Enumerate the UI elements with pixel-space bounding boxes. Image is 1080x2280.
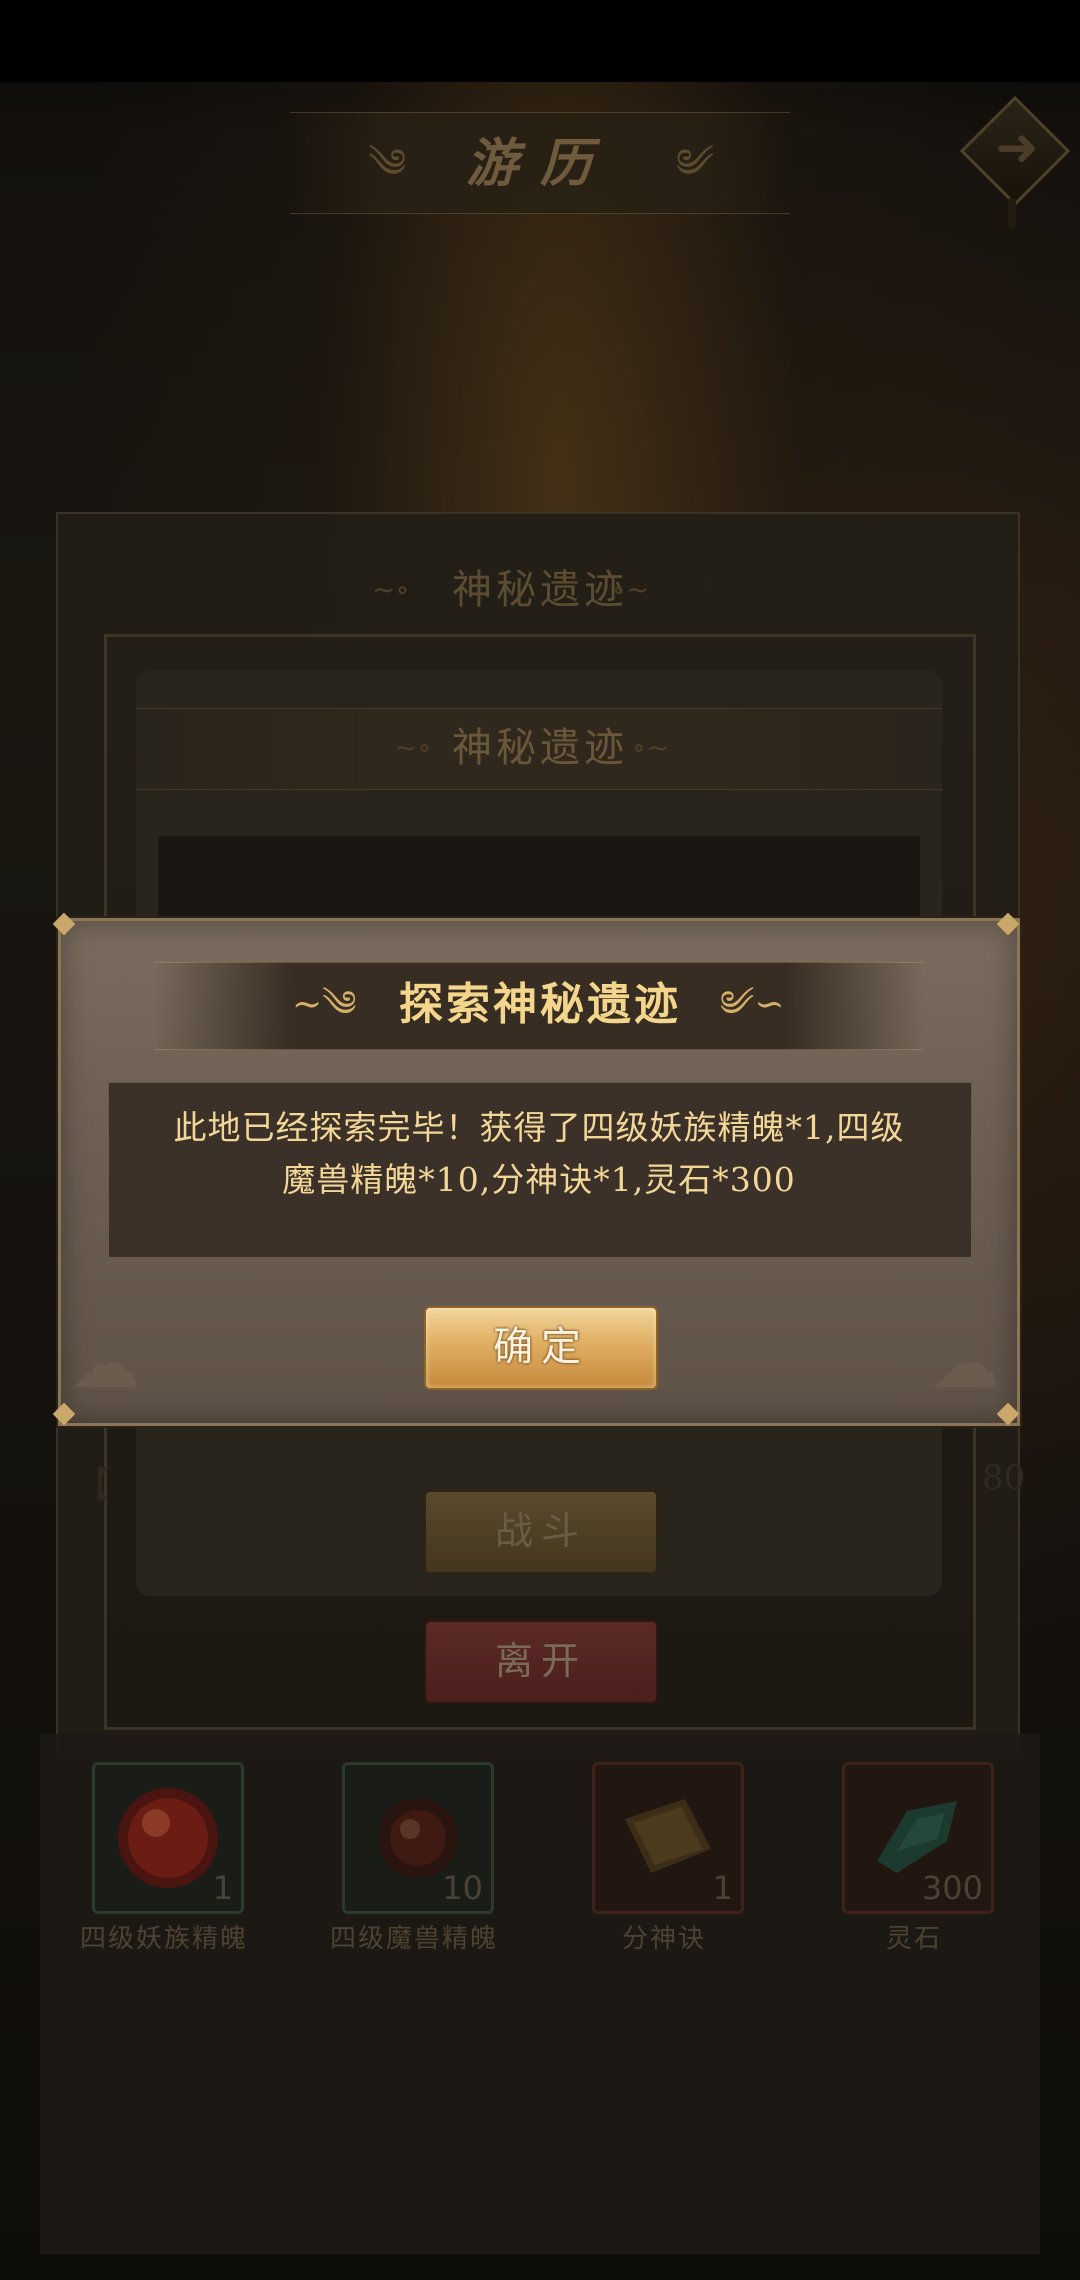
cloud-swirl-icon: ༄ bbox=[676, 141, 715, 187]
cloud-swirl-icon: ༄ bbox=[368, 141, 407, 187]
reward-slot[interactable]: 1 bbox=[92, 1762, 244, 1914]
rewards-panel: 1 四级妖族精魄 10 四级魔兽精魄 1 分神诀 300 灵石 bbox=[40, 1734, 1040, 2254]
book-icon bbox=[625, 1799, 711, 1873]
reward-slot[interactable]: 300 bbox=[842, 1762, 994, 1914]
arrow-right-icon: ➜ bbox=[995, 118, 1039, 178]
page-title: 游历 bbox=[465, 133, 614, 194]
modal-message-line: 此地已经探索完毕！获得了四级妖族精魄*1,四级 bbox=[173, 1108, 905, 1147]
cloud-swirl-icon: ∘~ bbox=[612, 573, 650, 606]
status-bar bbox=[0, 0, 1080, 82]
cloud-ornament-icon: ☁ bbox=[930, 1322, 1000, 1404]
reward-slot[interactable]: 1 bbox=[592, 1762, 744, 1914]
side-number: 80 bbox=[982, 1458, 1026, 1498]
modal-message: 此地已经探索完毕！获得了四级妖族精魄*1,四级 魔兽精魄*10,分神诀*1,灵石… bbox=[126, 1102, 952, 1238]
red-orb-icon bbox=[118, 1788, 218, 1888]
reward-slot[interactable]: 10 bbox=[342, 1762, 494, 1914]
tassel-icon bbox=[1008, 198, 1016, 228]
side-bracket: 【 bbox=[74, 1465, 111, 1506]
reward-name: 分神诀 bbox=[621, 1924, 706, 1954]
spirit-stone-icon bbox=[877, 1801, 957, 1873]
confirm-button[interactable]: 确定 bbox=[424, 1306, 658, 1390]
fight-button[interactable]: 战斗 bbox=[424, 1490, 658, 1574]
reward-count: 10 bbox=[442, 1869, 483, 1907]
location-title: 神秘遗迹 bbox=[452, 567, 628, 613]
cloud-swirl-icon: ~༄ bbox=[292, 984, 357, 1025]
cloud-ornament-icon: ☁ bbox=[70, 1322, 140, 1404]
modal-message-line: 魔兽精魄*10,分神诀*1,灵石*300 bbox=[282, 1160, 796, 1199]
cloud-swirl-icon: ~༄ bbox=[720, 984, 785, 1025]
leave-button[interactable]: 离开 bbox=[424, 1620, 658, 1704]
reward-name: 灵石 bbox=[885, 1924, 942, 1954]
cloud-swirl-icon: ∘~ bbox=[632, 731, 670, 764]
modal-title: 探索神秘遗迹 bbox=[399, 979, 681, 1030]
reward-count: 1 bbox=[212, 1869, 233, 1907]
reward-name: 四级魔兽精魄 bbox=[329, 1924, 498, 1954]
reward-count: 1 bbox=[712, 1869, 733, 1907]
reward-name: 四级妖族精魄 bbox=[79, 1924, 248, 1954]
reward-count: 300 bbox=[921, 1869, 983, 1907]
next-button[interactable]: ➜ bbox=[959, 95, 1071, 228]
